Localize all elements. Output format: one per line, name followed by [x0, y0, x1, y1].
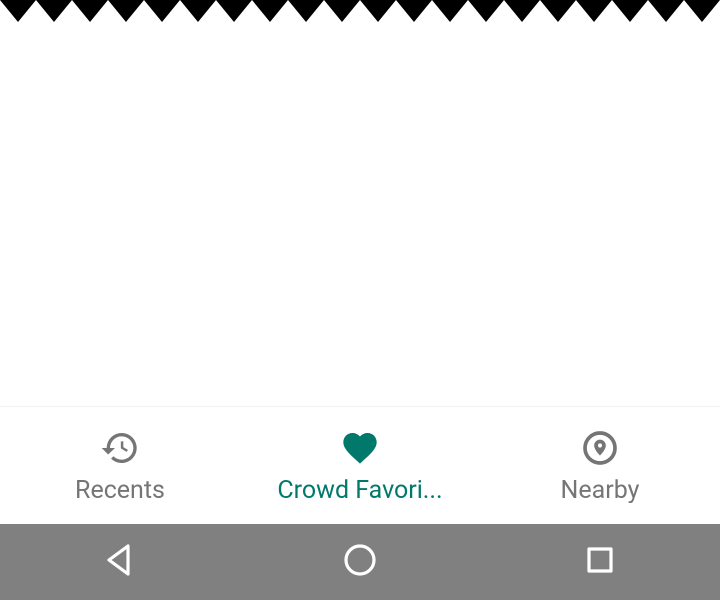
overview-square-icon	[580, 540, 620, 584]
nav-recents-label: Recents	[75, 478, 165, 503]
nav-crowd-favorites-label: Crowd Favori...	[277, 478, 442, 503]
heart-icon	[340, 428, 380, 472]
nav-nearby[interactable]: Nearby	[480, 407, 720, 524]
sys-back-button[interactable]	[98, 540, 142, 584]
nav-nearby-label: Nearby	[561, 478, 640, 503]
history-icon	[100, 428, 140, 472]
system-nav-bar	[0, 524, 720, 600]
nav-recents[interactable]: Recents	[0, 407, 240, 524]
nav-crowd-favorites[interactable]: Crowd Favori...	[240, 407, 480, 524]
home-circle-icon	[340, 540, 380, 584]
back-triangle-icon	[100, 540, 140, 584]
main-content	[0, 0, 720, 406]
app-screen: Recents Crowd Favori... Nearby	[0, 0, 720, 600]
place-icon	[580, 428, 620, 472]
bottom-nav: Recents Crowd Favori... Nearby	[0, 406, 720, 524]
sys-overview-button[interactable]	[578, 540, 622, 584]
top-decoration	[0, 0, 720, 22]
sys-home-button[interactable]	[338, 540, 382, 584]
